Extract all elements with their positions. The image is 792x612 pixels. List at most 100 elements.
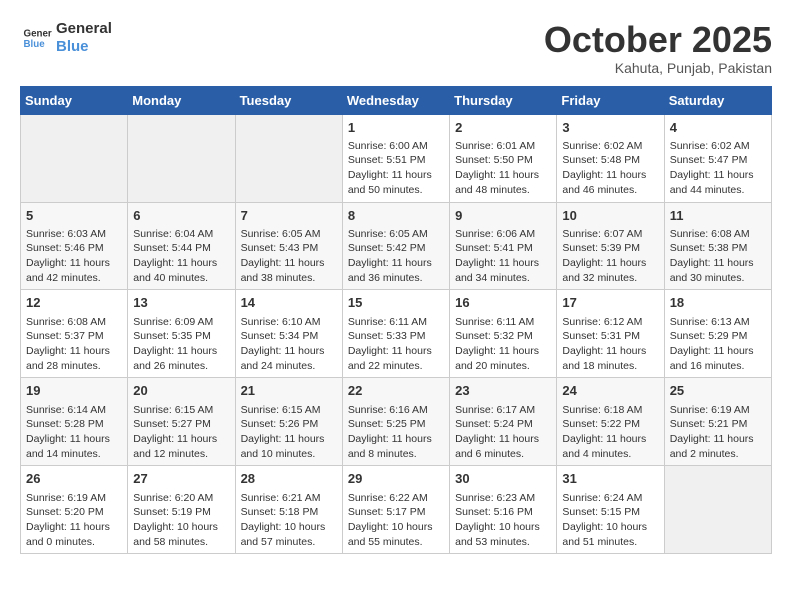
day-number: 17 bbox=[562, 294, 658, 312]
weekday-header-wednesday: Wednesday bbox=[342, 86, 449, 114]
month-title: October 2025 bbox=[544, 20, 772, 60]
day-number: 18 bbox=[670, 294, 766, 312]
calendar-cell: 22 Sunrise: 6:16 AM Sunset: 5:25 PM Dayli… bbox=[342, 378, 449, 466]
day-info: Sunrise: 6:18 AM Sunset: 5:22 PM Dayligh… bbox=[562, 403, 658, 462]
calendar-cell: 25 Sunrise: 6:19 AM Sunset: 5:21 PM Dayli… bbox=[664, 378, 771, 466]
day-number: 11 bbox=[670, 207, 766, 225]
calendar-cell: 30Sunrise: 6:23 AM Sunset: 5:16 PM Dayli… bbox=[450, 466, 557, 554]
calendar-cell: 5Sunrise: 6:03 AM Sunset: 5:46 PM Daylig… bbox=[21, 202, 128, 290]
title-block: October 2025 Kahuta, Punjab, Pakistan bbox=[544, 20, 772, 76]
day-info: Sunrise: 6:11 AM Sunset: 5:32 PM Dayligh… bbox=[455, 315, 551, 374]
day-number: 22 bbox=[348, 382, 444, 400]
calendar-cell: 1 Sunrise: 6:00 AM Sunset: 5:51 PM Daylig… bbox=[342, 114, 449, 202]
calendar-cell bbox=[128, 114, 235, 202]
day-info: Sunrise: 6:14 AM Sunset: 5:28 PM Dayligh… bbox=[26, 403, 122, 462]
page-header: General Blue General Blue October 2025 K… bbox=[20, 20, 772, 76]
day-number: 15 bbox=[348, 294, 444, 312]
calendar-cell: 2Sunrise: 6:01 AM Sunset: 5:50 PM Daylig… bbox=[450, 114, 557, 202]
calendar-week-row: 1 Sunrise: 6:00 AM Sunset: 5:51 PM Daylig… bbox=[21, 114, 772, 202]
day-number: 7 bbox=[241, 207, 337, 225]
day-number: 5 bbox=[26, 207, 122, 225]
day-info: Sunrise: 6:11 AM Sunset: 5:33 PM Dayligh… bbox=[348, 315, 444, 374]
calendar-cell: 28 Sunrise: 6:21 AM Sunset: 5:18 PM Dayli… bbox=[235, 466, 342, 554]
calendar-cell: 13Sunrise: 6:09 AM Sunset: 5:35 PM Dayli… bbox=[128, 290, 235, 378]
calendar-cell: 11 Sunrise: 6:08 AM Sunset: 5:38 PM Dayli… bbox=[664, 202, 771, 290]
day-info: Sunrise: 6:06 AM Sunset: 5:41 PM Dayligh… bbox=[455, 227, 551, 286]
day-info: Sunrise: 6:15 AM Sunset: 5:26 PM Dayligh… bbox=[241, 403, 337, 462]
calendar-cell bbox=[21, 114, 128, 202]
day-number: 31 bbox=[562, 470, 658, 488]
day-info: Sunrise: 6:00 AM Sunset: 5:51 PM Dayligh… bbox=[348, 139, 444, 198]
day-number: 10 bbox=[562, 207, 658, 225]
calendar-cell: 17Sunrise: 6:12 AM Sunset: 5:31 PM Dayli… bbox=[557, 290, 664, 378]
day-number: 8 bbox=[348, 207, 444, 225]
day-number: 28 bbox=[241, 470, 337, 488]
day-info: Sunrise: 6:02 AM Sunset: 5:48 PM Dayligh… bbox=[562, 139, 658, 198]
day-number: 19 bbox=[26, 382, 122, 400]
svg-text:Blue: Blue bbox=[24, 39, 46, 50]
calendar-cell: 19 Sunrise: 6:14 AM Sunset: 5:28 PM Dayli… bbox=[21, 378, 128, 466]
day-info: Sunrise: 6:16 AM Sunset: 5:25 PM Dayligh… bbox=[348, 403, 444, 462]
calendar-cell: 3 Sunrise: 6:02 AM Sunset: 5:48 PM Daylig… bbox=[557, 114, 664, 202]
calendar-cell bbox=[664, 466, 771, 554]
day-number: 13 bbox=[133, 294, 229, 312]
day-number: 14 bbox=[241, 294, 337, 312]
day-info: Sunrise: 6:13 AM Sunset: 5:29 PM Dayligh… bbox=[670, 315, 766, 374]
day-info: Sunrise: 6:08 AM Sunset: 5:38 PM Dayligh… bbox=[670, 227, 766, 286]
calendar-week-row: 5Sunrise: 6:03 AM Sunset: 5:46 PM Daylig… bbox=[21, 202, 772, 290]
calendar-cell: 27Sunrise: 6:20 AM Sunset: 5:19 PM Dayli… bbox=[128, 466, 235, 554]
weekday-header-tuesday: Tuesday bbox=[235, 86, 342, 114]
day-info: Sunrise: 6:23 AM Sunset: 5:16 PM Dayligh… bbox=[455, 491, 551, 550]
calendar-cell: 29Sunrise: 6:22 AM Sunset: 5:17 PM Dayli… bbox=[342, 466, 449, 554]
day-info: Sunrise: 6:19 AM Sunset: 5:20 PM Dayligh… bbox=[26, 491, 122, 550]
weekday-header-row: SundayMondayTuesdayWednesdayThursdayFrid… bbox=[21, 86, 772, 114]
day-info: Sunrise: 6:02 AM Sunset: 5:47 PM Dayligh… bbox=[670, 139, 766, 198]
day-info: Sunrise: 6:01 AM Sunset: 5:50 PM Dayligh… bbox=[455, 139, 551, 198]
logo: General Blue General Blue bbox=[20, 20, 112, 56]
calendar-cell bbox=[235, 114, 342, 202]
calendar-cell: 26 Sunrise: 6:19 AM Sunset: 5:20 PM Dayli… bbox=[21, 466, 128, 554]
svg-text:General: General bbox=[24, 29, 53, 40]
day-info: Sunrise: 6:24 AM Sunset: 5:15 PM Dayligh… bbox=[562, 491, 658, 550]
day-number: 9 bbox=[455, 207, 551, 225]
calendar-cell: 10 Sunrise: 6:07 AM Sunset: 5:39 PM Dayli… bbox=[557, 202, 664, 290]
day-info: Sunrise: 6:19 AM Sunset: 5:21 PM Dayligh… bbox=[670, 403, 766, 462]
location-subtitle: Kahuta, Punjab, Pakistan bbox=[544, 60, 772, 76]
calendar-cell: 20 Sunrise: 6:15 AM Sunset: 5:27 PM Dayli… bbox=[128, 378, 235, 466]
weekday-header-monday: Monday bbox=[128, 86, 235, 114]
calendar-cell: 16Sunrise: 6:11 AM Sunset: 5:32 PM Dayli… bbox=[450, 290, 557, 378]
calendar-week-row: 12 Sunrise: 6:08 AM Sunset: 5:37 PM Dayli… bbox=[21, 290, 772, 378]
day-number: 26 bbox=[26, 470, 122, 488]
weekday-header-sunday: Sunday bbox=[21, 86, 128, 114]
calendar-cell: 21 Sunrise: 6:15 AM Sunset: 5:26 PM Dayli… bbox=[235, 378, 342, 466]
day-number: 23 bbox=[455, 382, 551, 400]
day-number: 6 bbox=[133, 207, 229, 225]
day-number: 4 bbox=[670, 119, 766, 137]
day-info: Sunrise: 6:15 AM Sunset: 5:27 PM Dayligh… bbox=[133, 403, 229, 462]
calendar-week-row: 26 Sunrise: 6:19 AM Sunset: 5:20 PM Dayli… bbox=[21, 466, 772, 554]
calendar-cell: 23Sunrise: 6:17 AM Sunset: 5:24 PM Dayli… bbox=[450, 378, 557, 466]
day-info: Sunrise: 6:08 AM Sunset: 5:37 PM Dayligh… bbox=[26, 315, 122, 374]
calendar-week-row: 19 Sunrise: 6:14 AM Sunset: 5:28 PM Dayli… bbox=[21, 378, 772, 466]
day-number: 25 bbox=[670, 382, 766, 400]
day-number: 27 bbox=[133, 470, 229, 488]
day-number: 3 bbox=[562, 119, 658, 137]
day-info: Sunrise: 6:04 AM Sunset: 5:44 PM Dayligh… bbox=[133, 227, 229, 286]
weekday-header-friday: Friday bbox=[557, 86, 664, 114]
calendar-cell: 31 Sunrise: 6:24 AM Sunset: 5:15 PM Dayli… bbox=[557, 466, 664, 554]
logo-blue: Blue bbox=[56, 38, 112, 56]
day-number: 12 bbox=[26, 294, 122, 312]
day-info: Sunrise: 6:07 AM Sunset: 5:39 PM Dayligh… bbox=[562, 227, 658, 286]
day-number: 1 bbox=[348, 119, 444, 137]
day-info: Sunrise: 6:10 AM Sunset: 5:34 PM Dayligh… bbox=[241, 315, 337, 374]
day-number: 29 bbox=[348, 470, 444, 488]
day-number: 21 bbox=[241, 382, 337, 400]
logo-icon: General Blue bbox=[22, 23, 52, 53]
day-number: 24 bbox=[562, 382, 658, 400]
day-number: 20 bbox=[133, 382, 229, 400]
day-info: Sunrise: 6:21 AM Sunset: 5:18 PM Dayligh… bbox=[241, 491, 337, 550]
calendar-cell: 18 Sunrise: 6:13 AM Sunset: 5:29 PM Dayli… bbox=[664, 290, 771, 378]
calendar-cell: 7Sunrise: 6:05 AM Sunset: 5:43 PM Daylig… bbox=[235, 202, 342, 290]
weekday-header-thursday: Thursday bbox=[450, 86, 557, 114]
calendar-cell: 8Sunrise: 6:05 AM Sunset: 5:42 PM Daylig… bbox=[342, 202, 449, 290]
